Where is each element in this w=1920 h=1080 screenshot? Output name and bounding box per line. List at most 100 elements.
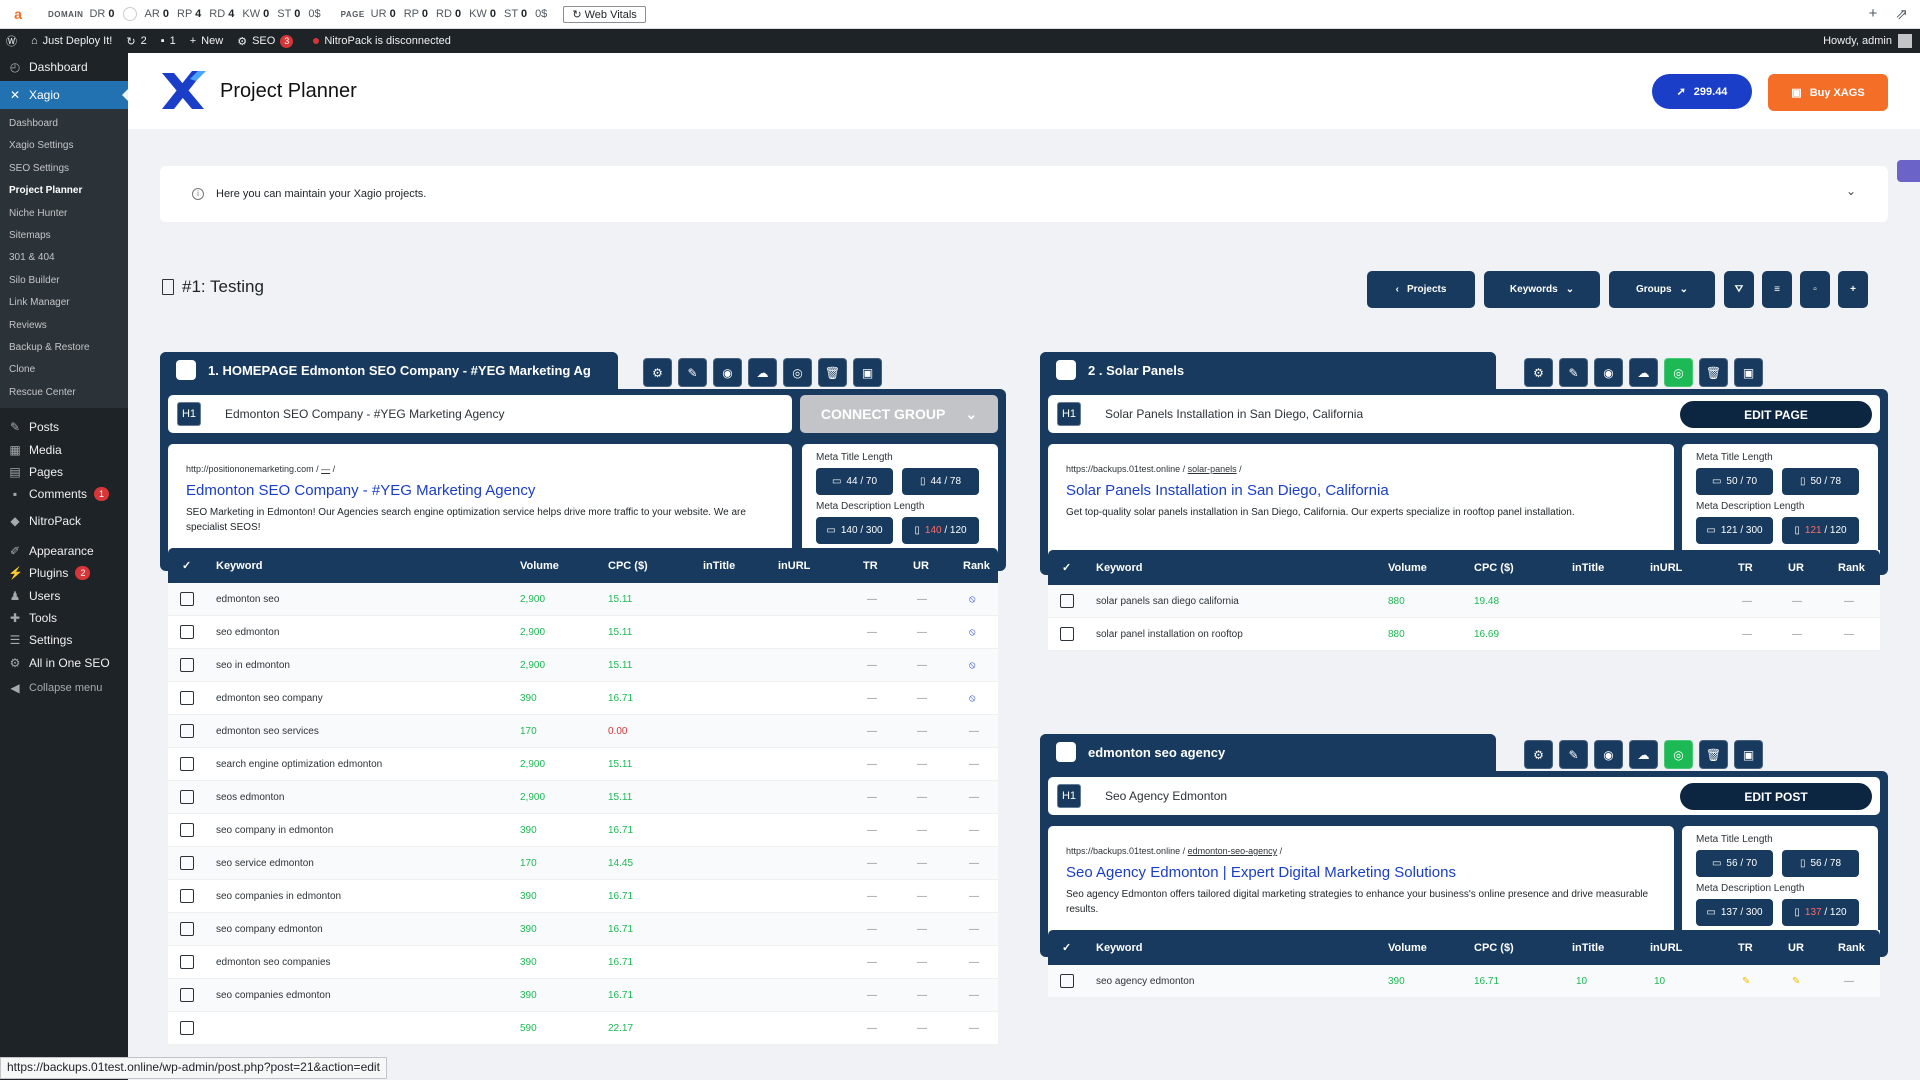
group-name[interactable]: 2 . Solar Panels [1088,363,1484,378]
row-checkbox[interactable] [180,1021,194,1035]
keyword-cell[interactable]: seos edmonton [216,792,284,803]
save-button[interactable]: ▣ [1734,358,1763,387]
eye-button[interactable]: ◉ [713,358,742,387]
ahrefs-logo-icon[interactable]: a [10,6,26,22]
keywords-dropdown[interactable]: Keywords ⌄ [1484,271,1600,308]
column-header[interactable]: inTitle [703,560,735,572]
account-menu[interactable]: Howdy, admin [1823,34,1912,48]
sidebar-item-nitropack[interactable]: ◆ NitroPack [0,506,128,536]
submenu-item-silo-builder[interactable]: Silo Builder [0,270,128,292]
gear-button[interactable]: ⚙ [1524,358,1553,387]
column-header[interactable]: CPC ($) [1474,562,1514,574]
plus-icon[interactable]: + [1869,5,1878,23]
submenu-item-dashboard[interactable]: Dashboard [0,113,128,135]
trash-button[interactable]: 🗑 [1699,358,1728,387]
sidebar-item-comments[interactable]: ▪ Comments 1 [0,483,128,505]
keyword-cell[interactable]: edmonton seo [216,594,279,605]
edit-post-button[interactable]: EDIT POST [1680,783,1872,810]
note-button[interactable]: ✎ [1559,740,1588,769]
submenu-item-sitemaps[interactable]: Sitemaps [0,225,128,247]
keyword-cell[interactable]: seo edmonton [216,627,279,638]
note-button[interactable]: ✎ [1559,358,1588,387]
sidebar-item-media[interactable]: ▦ Media [0,438,128,460]
column-header[interactable]: Rank [1838,562,1865,574]
save-button[interactable]: ▣ [1734,740,1763,769]
row-checkbox[interactable] [180,691,194,705]
sidebar-item-tools[interactable]: ✚ Tools [0,607,128,629]
select-all-checkbox[interactable]: ✓ [1062,941,1071,954]
trash-button[interactable]: 🗑 [818,358,847,387]
keyword-cell[interactable]: seo companies in edmonton [216,891,341,902]
column-header[interactable]: CPC ($) [1474,942,1514,954]
column-header[interactable]: inURL [1650,942,1682,954]
row-checkbox[interactable] [180,757,194,771]
serp-description[interactable]: SEO Marketing in Edmonton! Our Agencies … [186,505,774,535]
target-button[interactable]: ◎ [1664,740,1693,769]
row-checkbox[interactable] [180,658,194,672]
serp-description[interactable]: Get top-quality solar panels installatio… [1066,505,1656,520]
keyword-cell[interactable]: seo company edmonton [216,924,323,935]
group-checkbox[interactable] [1056,742,1076,762]
save-button[interactable]: ▣ [853,358,882,387]
submenu-item-seo-settings[interactable]: SEO Settings [0,158,128,180]
column-header[interactable]: UR [913,560,929,572]
sidebar-item-appearance[interactable]: ✐ Appearance [0,540,128,562]
cloud-button[interactable]: ☁ [748,358,777,387]
row-checkbox[interactable] [180,790,194,804]
column-header[interactable]: Volume [520,560,559,572]
row-checkbox[interactable] [180,889,194,903]
column-header[interactable]: Volume [1388,942,1427,954]
row-checkbox[interactable] [180,922,194,936]
web-vitals-button[interactable]: ↻ Web Vitals [563,5,646,23]
site-name-link[interactable]: ⌂ Just Deploy It! [31,35,112,47]
column-header[interactable]: TR [1738,562,1753,574]
column-header[interactable]: inTitle [1572,942,1604,954]
collapse-menu-button[interactable]: ◀ Collapse menu [0,674,128,702]
groups-dropdown[interactable]: Groups ⌄ [1609,271,1715,308]
serp-title[interactable]: Seo Agency Edmonton | Expert Digital Mar… [1066,864,1656,881]
column-header[interactable]: UR [1788,562,1804,574]
h1-text[interactable]: Edmonton SEO Company - #YEG Marketing Ag… [225,407,504,421]
external-link-icon[interactable]: ⇗ [1895,5,1908,23]
projects-button[interactable]: ‹ Projects [1367,271,1475,308]
row-checkbox[interactable] [180,823,194,837]
submenu-item-clone[interactable]: Clone [0,359,128,381]
new-content-link[interactable]: + New [190,35,223,47]
group-checkbox[interactable] [176,360,196,380]
updates-link[interactable]: ↻ 2 [126,35,146,48]
column-header[interactable]: TR [1738,942,1753,954]
keyword-cell[interactable]: seo agency edmonton [1096,976,1194,987]
row-checkbox[interactable] [180,856,194,870]
sidebar-item-xagio[interactable]: ✕ Xagio [0,81,128,109]
target-button[interactable]: ◎ [1664,358,1693,387]
submenu-item-niche-hunter[interactable]: Niche Hunter [0,203,128,225]
sidebar-item-dashboard[interactable]: ◴ Dashboard [0,53,128,81]
select-all-checkbox[interactable]: ✓ [182,559,191,572]
sidebar-item-all-in-one-seo[interactable]: ⚙ All in One SEO [0,652,128,674]
serp-title[interactable]: Edmonton SEO Company - #YEG Marketing Ag… [186,482,774,499]
row-checkbox[interactable] [180,625,194,639]
sidebar-item-users[interactable]: ♟ Users [0,584,128,606]
submenu-item-rescue-center[interactable]: Rescue Center [0,382,128,404]
keyword-cell[interactable]: seo companies edmonton [216,990,331,1001]
save-button[interactable]: ▫ [1800,271,1830,308]
gear-button[interactable]: ⚙ [1524,740,1553,769]
column-header[interactable]: UR [1788,942,1804,954]
xags-balance-button[interactable]: ➚ 299.44 [1652,74,1752,109]
submenu-item-backup-restore[interactable]: Backup & Restore [0,337,128,359]
sidebar-item-plugins[interactable]: ⚡ Plugins 2 [0,562,128,584]
row-checkbox[interactable] [1060,974,1074,988]
column-header[interactable]: TR [863,560,878,572]
comments-link[interactable]: ▪ 1 [161,35,176,47]
keyword-cell[interactable]: seo in edmonton [216,660,290,671]
group-checkbox[interactable] [1056,360,1076,380]
row-checkbox[interactable] [180,592,194,606]
row-checkbox[interactable] [1060,594,1074,608]
column-header[interactable]: CPC ($) [608,560,648,572]
connect-group-dropdown[interactable]: CONNECT GROUP ⌄ [800,395,998,433]
submenu-item-301-404[interactable]: 301 & 404 [0,247,128,269]
submenu-item-xagio-settings[interactable]: Xagio Settings [0,135,128,157]
nitropack-status-link[interactable]: NitroPack is disconnected [313,35,451,47]
group-name[interactable]: edmonton seo agency [1088,745,1484,760]
note-button[interactable]: ✎ [678,358,707,387]
